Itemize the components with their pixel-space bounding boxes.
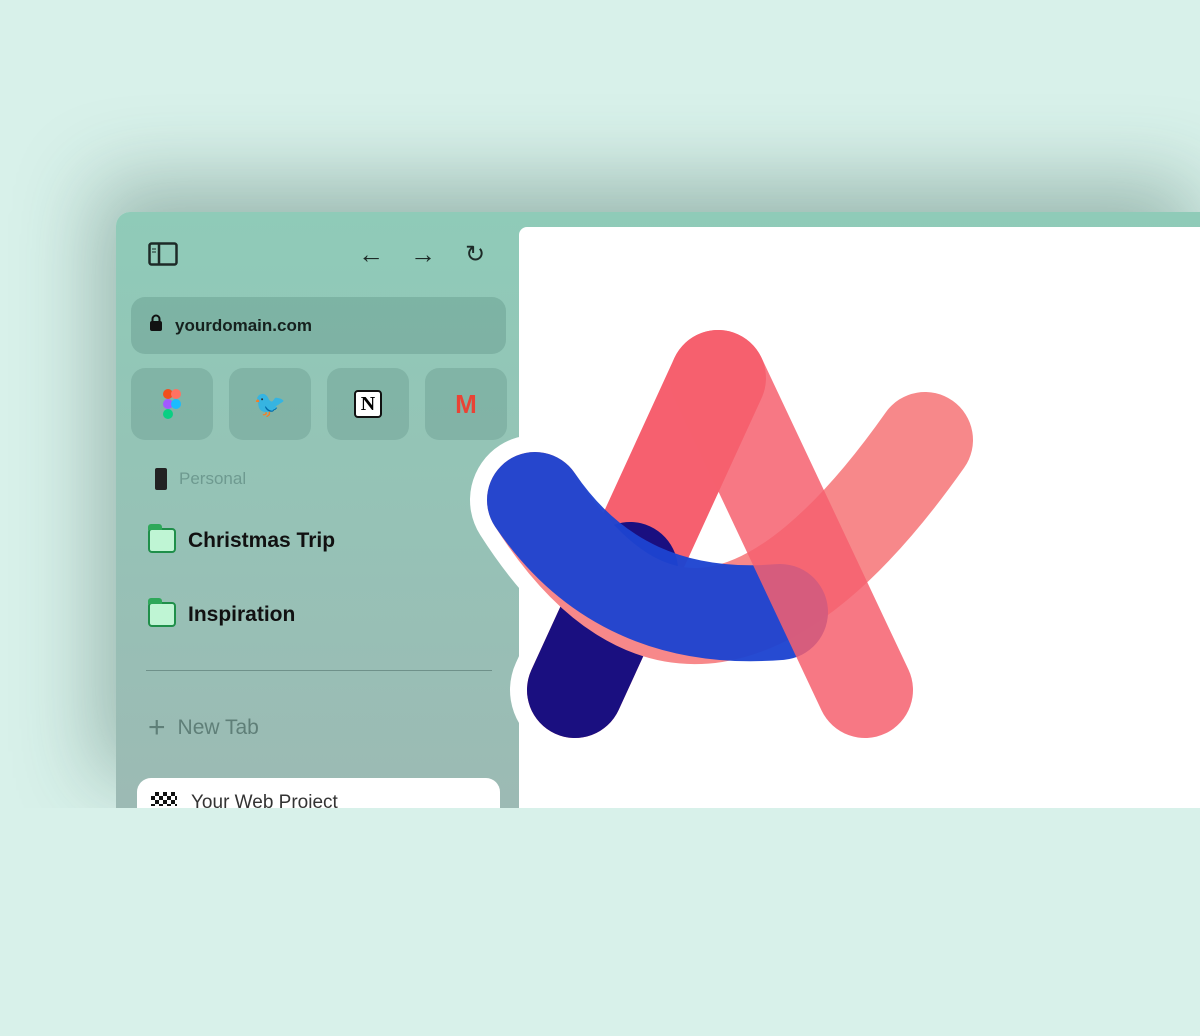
page-background <box>0 808 1200 1036</box>
arc-logo <box>470 313 990 755</box>
